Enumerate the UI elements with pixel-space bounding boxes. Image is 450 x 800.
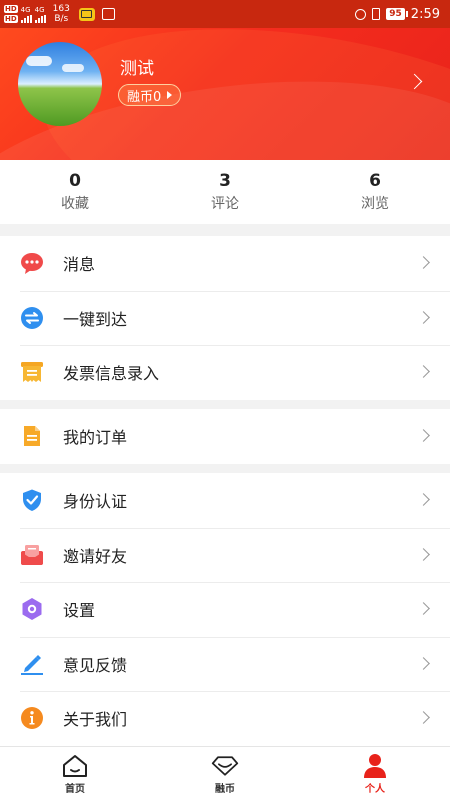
signal-1: 4G <box>20 6 32 23</box>
menu-label: 消息 <box>63 255 96 275</box>
menu-item-settings[interactable]: 设置 <box>0 582 450 637</box>
menu-label: 发票信息录入 <box>63 364 160 384</box>
menu-group-3: 身份认证 邀请好友 设置 意见反馈 关于我们 <box>0 473 450 746</box>
stat-comments[interactable]: 3 评论 <box>150 160 300 224</box>
profile-header[interactable]: 测试 融币0 <box>0 28 450 160</box>
info-icon <box>20 706 44 730</box>
hd-indicator: HD HD <box>4 5 18 23</box>
signal-2: 4G <box>34 6 46 23</box>
menu-label: 关于我们 <box>63 710 128 730</box>
menu-item-invite[interactable]: 邀请好友 <box>0 527 450 583</box>
gear-icon <box>20 597 44 621</box>
document-icon <box>20 424 44 448</box>
menu-item-messages[interactable]: 消息 <box>0 236 450 291</box>
menu-label: 一键到达 <box>63 309 128 329</box>
alarm-icon <box>355 8 367 20</box>
tab-label: 融币 <box>215 783 235 795</box>
person-icon <box>361 753 389 779</box>
menu-item-feedback[interactable]: 意见反馈 <box>0 636 450 692</box>
coin-badge[interactable]: 融币0 <box>118 84 182 106</box>
menu-group-2: 我的订单 <box>0 409 450 464</box>
menu-item-orders[interactable]: 我的订单 <box>0 409 450 464</box>
stat-label: 收藏 <box>61 196 89 212</box>
tab-label: 首页 <box>65 783 85 795</box>
stat-value: 0 <box>69 171 81 191</box>
chevron-right-icon <box>417 429 430 443</box>
message-bubble-icon <box>20 251 44 275</box>
play-arrow-icon <box>167 91 173 99</box>
menu-label: 意见反馈 <box>63 655 128 675</box>
stat-value: 6 <box>369 171 381 191</box>
chevron-right-icon[interactable] <box>406 73 423 90</box>
signal-bars-icon <box>20 14 32 23</box>
exchange-icon <box>20 306 44 330</box>
stat-views[interactable]: 6 浏览 <box>300 160 450 224</box>
bottom-tab-bar: 首页 融币 个人 <box>0 746 450 800</box>
tab-coin[interactable]: 融币 <box>150 747 300 800</box>
avatar[interactable] <box>18 42 102 126</box>
battery-icon: 95 <box>386 8 408 20</box>
status-bar: HD HD 4G 4G 163 B/s 95 2:59 <box>0 0 450 28</box>
menu-label: 设置 <box>63 601 96 621</box>
chevron-right-icon <box>417 256 430 270</box>
envelope-icon <box>20 543 44 567</box>
diamond-icon <box>211 753 239 779</box>
tab-home[interactable]: 首页 <box>0 747 150 800</box>
notification-gallery-icon <box>101 8 115 20</box>
invoice-icon <box>20 360 44 384</box>
menu-item-invoice[interactable]: 发票信息录入 <box>0 345 450 400</box>
shield-check-icon <box>20 488 44 512</box>
chevron-right-icon <box>417 365 430 379</box>
stat-favorites[interactable]: 0 收藏 <box>0 160 150 224</box>
chevron-right-icon <box>417 493 430 507</box>
notification-app-icon <box>78 7 95 21</box>
menu-group-1: 消息 一键到达 发票信息录入 <box>0 236 450 400</box>
clock: 2:59 <box>410 6 440 22</box>
menu-label: 身份认证 <box>63 492 128 512</box>
home-icon <box>61 753 89 779</box>
stats-row: 0 收藏 3 评论 6 浏览 <box>0 160 450 224</box>
tab-label: 个人 <box>365 783 385 795</box>
signal-bars-icon <box>34 14 46 23</box>
menu-item-identity[interactable]: 身份认证 <box>0 473 450 528</box>
vibrate-icon <box>372 8 381 20</box>
stat-label: 评论 <box>211 196 239 212</box>
chevron-right-icon <box>417 602 430 616</box>
chevron-right-icon <box>417 656 430 670</box>
chevron-right-icon <box>417 711 430 725</box>
menu-label: 邀请好友 <box>63 546 128 566</box>
network-speed: 163 B/s <box>52 4 70 24</box>
chevron-right-icon <box>417 547 430 561</box>
stat-value: 3 <box>219 171 231 191</box>
menu-label: 我的订单 <box>63 428 128 448</box>
coin-label: 融币0 <box>127 89 162 105</box>
chevron-right-icon <box>417 310 430 324</box>
menu-item-about[interactable]: 关于我们 <box>0 691 450 746</box>
tab-personal[interactable]: 个人 <box>300 747 450 800</box>
menu-item-one-click[interactable]: 一键到达 <box>0 290 450 346</box>
username: 测试 <box>120 59 154 79</box>
pencil-icon <box>20 652 44 676</box>
stat-label: 浏览 <box>361 196 389 212</box>
